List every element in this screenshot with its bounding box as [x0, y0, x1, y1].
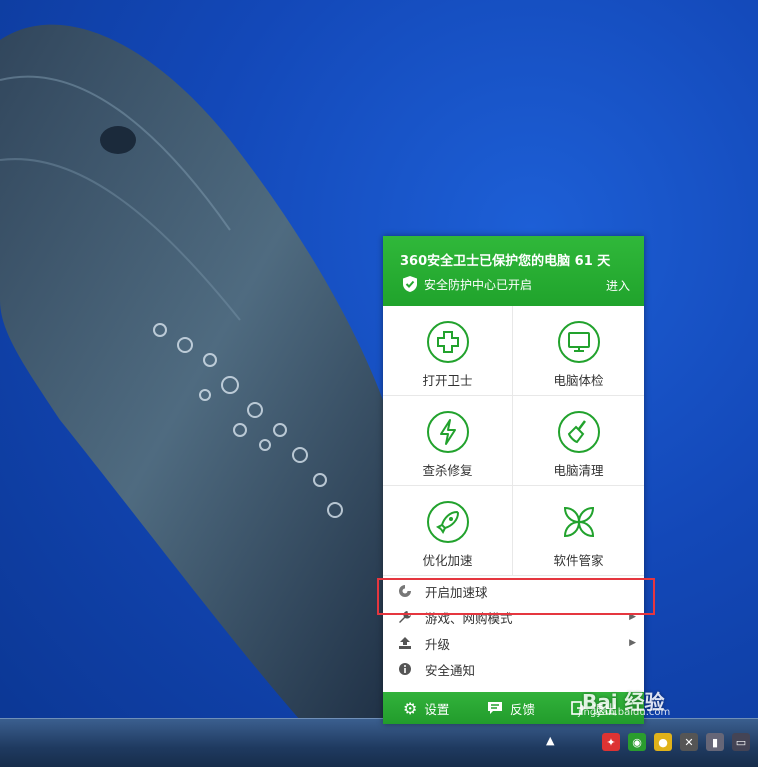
broom-icon [557, 411, 600, 453]
grid-item-scan-repair[interactable]: 查杀修复 [383, 396, 513, 486]
tray-expand-arrow-icon[interactable]: ▲ [546, 734, 554, 747]
grid-item-label: 优化加速 [422, 553, 473, 568]
tray-network-error-icon[interactable]: ✕ [680, 733, 698, 751]
tray-ball-icon[interactable]: ● [654, 733, 672, 751]
menu-item-label: 升级 [425, 636, 451, 652]
tray-app-icon[interactable]: ✦ [602, 733, 620, 751]
grid-item-checkup[interactable]: 电脑体检 [513, 306, 644, 396]
lightning-icon [426, 411, 469, 453]
menu-header: 360安全卫士已保护您的电脑 61 天 安全防护中心已开启 进入 [383, 236, 644, 306]
tray-monitor-icon[interactable]: ▭ [732, 733, 750, 751]
info-icon [397, 662, 413, 676]
menu-item-upgrade[interactable]: 升级 ▶ [383, 630, 644, 656]
whale-wallpaper [0, 24, 400, 720]
menu-item-security-notice[interactable]: 安全通知 [383, 656, 644, 682]
grid-item-cleanup[interactable]: 电脑清理 [513, 396, 644, 486]
grid-item-label: 查杀修复 [422, 463, 473, 478]
highlight-box [377, 578, 655, 615]
submenu-arrow-icon: ▶ [629, 638, 636, 648]
grid-item-label: 软件管家 [553, 553, 604, 568]
upgrade-icon [397, 636, 413, 650]
grid-item-optimize[interactable]: 优化加速 [383, 486, 513, 576]
gear-icon: ⚙ [403, 698, 418, 718]
menu-item-label: 安全通知 [425, 662, 476, 678]
chat-icon [488, 702, 502, 714]
tray-360-icon[interactable]: ◉ [628, 733, 646, 751]
settings-button[interactable]: ⚙ 设置 [403, 699, 467, 718]
grid-item-open-guard[interactable]: 打开卫士 [383, 306, 513, 396]
system-tray: ✦ ◉ ● ✕ ▮ ▭ [602, 733, 750, 751]
grid-item-label: 电脑体检 [553, 373, 604, 388]
function-grid: 打开卫士 电脑体检 查杀修复 电脑清理 优化加速 软件管家 [383, 306, 644, 576]
grid-item-software-manager[interactable]: 软件管家 [513, 486, 644, 576]
shield-plus-icon [426, 321, 469, 363]
feedback-button[interactable]: 反馈 [487, 699, 551, 718]
shield-check-icon [403, 276, 417, 292]
rocket-icon [426, 501, 469, 543]
grid-item-label: 打开卫士 [422, 373, 473, 388]
four-leaf-icon [563, 506, 594, 538]
tray-device-icon[interactable]: ▮ [706, 733, 724, 751]
protection-days-title: 360安全卫士已保护您的电脑 61 天 [400, 254, 611, 269]
baidu-watermark-url: jingyan.baidu.com [578, 707, 671, 718]
settings-label: 设置 [424, 701, 450, 717]
monitor-icon [557, 321, 600, 363]
enter-link[interactable]: 进入 [606, 277, 630, 294]
grid-item-label: 电脑清理 [553, 463, 604, 478]
protection-status: 安全防护中心已开启 [402, 275, 532, 293]
feedback-label: 反馈 [510, 701, 536, 717]
360-tray-menu: 360安全卫士已保护您的电脑 61 天 安全防护中心已开启 进入 打开卫士 电脑… [383, 236, 644, 724]
status-text: 安全防护中心已开启 [424, 277, 533, 292]
